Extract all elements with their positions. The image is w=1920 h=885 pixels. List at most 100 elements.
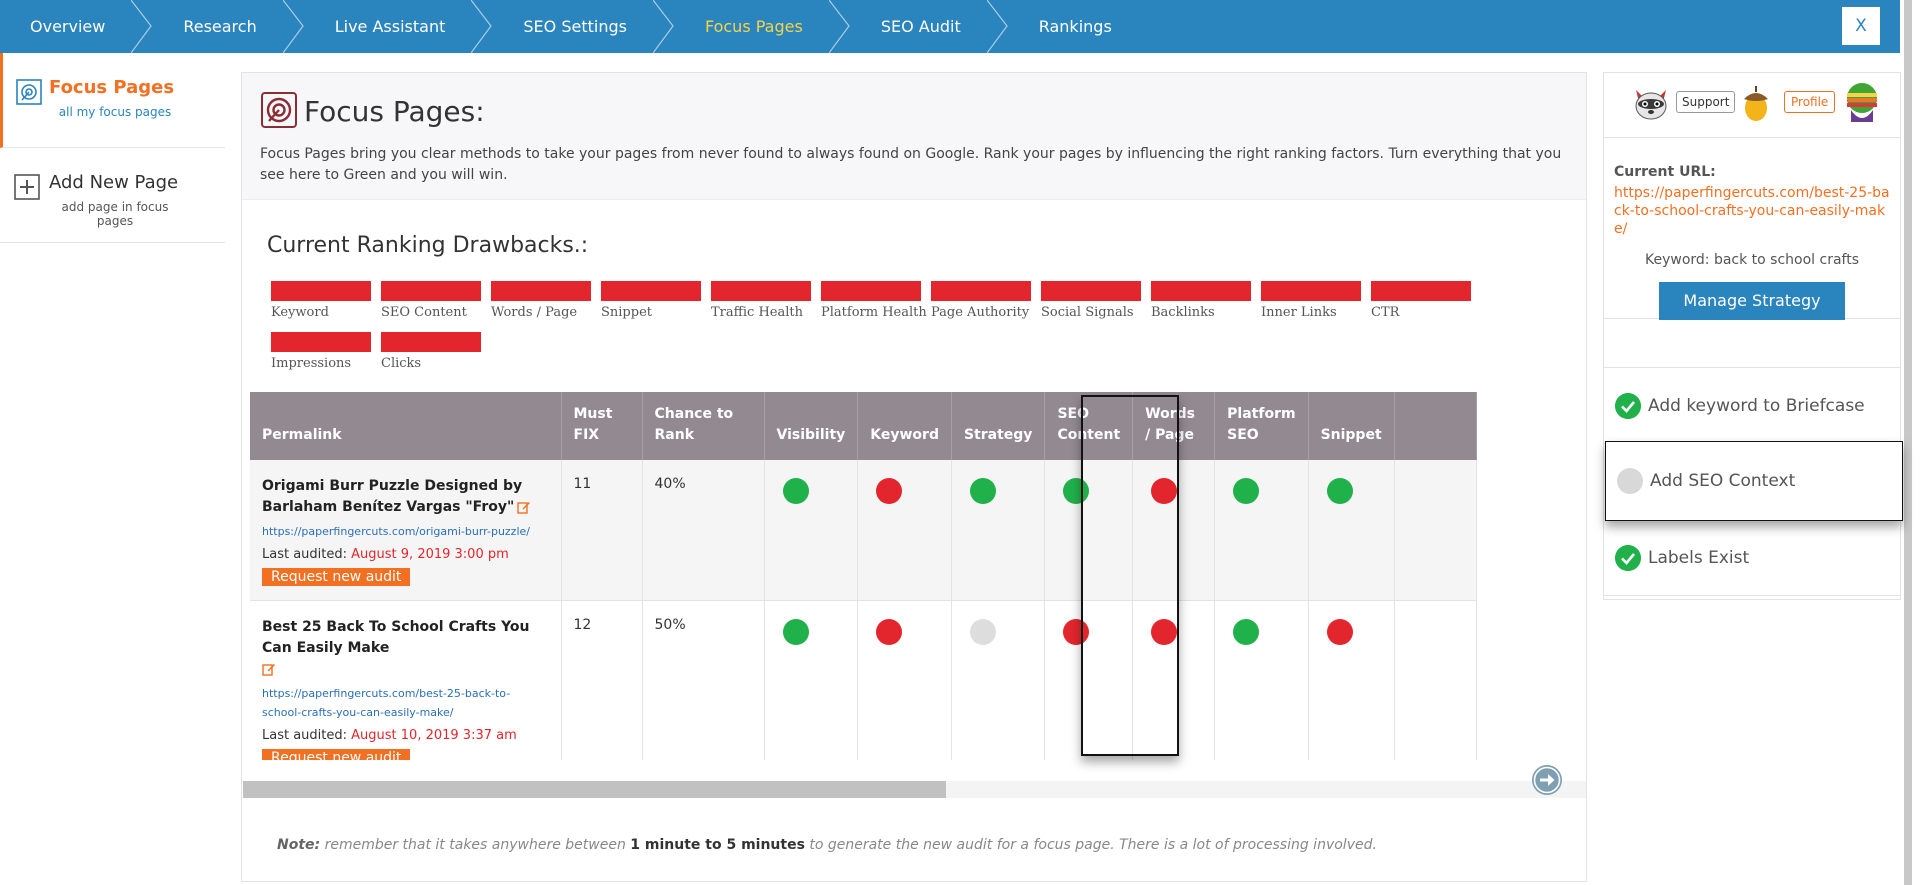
- drawback-label: Inner Links: [1261, 305, 1337, 320]
- nav-live-assistant[interactable]: Live Assistant: [305, 0, 472, 53]
- plus-box-icon: [14, 174, 40, 200]
- table-horizontal-scrollbar[interactable]: [243, 781, 1586, 798]
- manage-strategy-button[interactable]: Manage Strategy: [1659, 282, 1845, 320]
- drawback-label: Clicks: [381, 356, 422, 371]
- status-dot-icon[interactable]: [1233, 618, 1260, 645]
- status-dot-icon[interactable]: [876, 478, 903, 504]
- drawback-tag: Platform Health: [821, 281, 927, 320]
- status-dot-icon[interactable]: [1233, 478, 1260, 504]
- last-audited: Last audited: August 9, 2019 3:00 pm: [262, 547, 549, 562]
- sidebar-item-add-new-page[interactable]: Add New Page add page in focus pages: [0, 148, 225, 243]
- chevron-separator-icon: [282, 0, 305, 53]
- drawback-bar: [1151, 281, 1251, 301]
- status-dot-icon[interactable]: [876, 618, 903, 645]
- nav-overview[interactable]: Overview: [0, 0, 131, 53]
- platform-seo-cell: [1214, 460, 1309, 601]
- close-button[interactable]: X: [1842, 7, 1880, 45]
- nav-rankings[interactable]: Rankings: [1009, 0, 1138, 53]
- column-header-keyword: Keyword: [857, 392, 952, 460]
- column-header-visibility: Visibility: [764, 392, 859, 460]
- audit-note: Note: remember that it takes anywhere be…: [277, 837, 1377, 853]
- focus-target-icon: [16, 79, 42, 105]
- sidebar-item-subtitle: all my focus pages: [58, 105, 172, 119]
- strategy-cell: [951, 600, 1046, 760]
- snippet-cell: [1308, 460, 1395, 601]
- current-url-label: Current URL:: [1614, 164, 1716, 180]
- page-url[interactable]: https://paperfingercuts.com/best-25-back…: [262, 684, 549, 722]
- drawback-label: Page Authority: [931, 305, 1030, 320]
- focus-pages-logo-icon: [261, 92, 297, 128]
- sidebar-item-title: Add New Page: [49, 172, 179, 193]
- task-labels-exist[interactable]: Labels Exist: [1604, 520, 1900, 596]
- column-header-seo-content: SEO Content: [1044, 392, 1134, 460]
- permalink-cell: Origami Burr Puzzle Designed by Barlaham…: [250, 460, 562, 601]
- status-dot-icon[interactable]: [969, 618, 996, 645]
- profile-button[interactable]: Profile: [1784, 91, 1836, 113]
- request-audit-button[interactable]: Request new audit: [262, 568, 411, 586]
- drawback-label: Snippet: [601, 305, 652, 320]
- drawback-label: Backlinks: [1151, 305, 1215, 320]
- task-label: Add keyword to Briefcase: [1648, 395, 1865, 416]
- status-dot-icon[interactable]: [1151, 618, 1178, 645]
- sidebar-item-focus-pages[interactable]: Focus Pages all my focus pages: [0, 53, 225, 148]
- drawback-bar: [601, 281, 701, 301]
- permalink-cell: Best 25 Back To School Crafts You Can Ea…: [250, 600, 562, 760]
- page-url[interactable]: https://paperfingercuts.com/origami-burr…: [262, 522, 549, 541]
- profile-avatar-icon[interactable]: [1843, 82, 1881, 126]
- arrow-right-circle-icon[interactable]: [1531, 764, 1563, 796]
- status-dot-icon[interactable]: [1326, 618, 1353, 645]
- acorn-icon[interactable]: [1741, 83, 1771, 123]
- request-audit-button[interactable]: Request new audit: [262, 748, 411, 760]
- note-prefix: Note:: [277, 837, 321, 853]
- visibility-cell: [764, 460, 859, 601]
- status-dot-icon[interactable]: [969, 478, 996, 504]
- status-dot-icon[interactable]: [782, 618, 809, 645]
- task-add-keyword-briefcase[interactable]: Add keyword to Briefcase: [1604, 368, 1900, 444]
- drawback-tag: Snippet: [601, 281, 701, 320]
- edit-icon[interactable]: [517, 500, 531, 514]
- empty-cell: [1394, 600, 1477, 760]
- status-dot-icon[interactable]: [782, 478, 809, 504]
- drawback-bar: [381, 332, 481, 352]
- last-audited-date: August 9, 2019 3:00 pm: [351, 547, 509, 562]
- task-add-seo-context[interactable]: Add SEO Context: [1605, 441, 1903, 521]
- support-button[interactable]: Support: [1676, 91, 1736, 113]
- status-dot-icon[interactable]: [1063, 618, 1090, 645]
- nav-seo-audit[interactable]: SEO Audit: [851, 0, 987, 53]
- drawback-bar: [491, 281, 591, 301]
- page-header: Focus Pages: Focus Pages bring you clear…: [242, 73, 1586, 200]
- status-dot-icon[interactable]: [1063, 478, 1090, 504]
- drawback-tag: Keyword: [271, 281, 371, 320]
- drawback-label: Impressions: [271, 356, 352, 371]
- status-dot-icon[interactable]: [1151, 478, 1178, 504]
- status-dot-icon[interactable]: [1326, 478, 1353, 504]
- nav-research[interactable]: Research: [153, 0, 282, 53]
- page-scrollbar-thumb[interactable]: [1904, 0, 1912, 885]
- column-header-must-fix: Must FIX: [561, 392, 643, 460]
- drawback-label: SEO Content: [381, 305, 467, 320]
- keyword-section: Keyword: back to school crafts Manage St…: [1604, 252, 1900, 368]
- drawback-bar: [931, 281, 1031, 301]
- table-scrollbar-thumb[interactable]: [243, 781, 946, 798]
- focus-pages-table: Permalink Must FIX Chance to Rank Visibi…: [250, 392, 1586, 760]
- nav-focus-pages[interactable]: Focus Pages: [675, 0, 829, 53]
- page-scrollbar[interactable]: [1900, 0, 1920, 885]
- edit-icon[interactable]: [262, 662, 276, 676]
- sidebar-item-subtitle: add page in focus pages: [61, 200, 169, 228]
- chevron-separator-icon: [986, 0, 1009, 53]
- column-header-next: [1394, 392, 1477, 460]
- drawback-tag: Traffic Health: [711, 281, 811, 320]
- main-panel: Focus Pages: Focus Pages bring you clear…: [241, 72, 1587, 882]
- current-url-link[interactable]: https://paperfingercuts.com/best-25-back…: [1614, 184, 1890, 238]
- words-page-cell: [1132, 600, 1216, 760]
- nav-seo-settings[interactable]: SEO Settings: [493, 0, 653, 53]
- chance-cell: 50%: [642, 600, 765, 760]
- drawback-tag: Clicks: [381, 332, 481, 371]
- drawback-bar: [821, 281, 921, 301]
- chevron-separator-icon: [131, 0, 153, 53]
- page-title-text: Origami Burr Puzzle Designed by Barlaham…: [262, 476, 549, 518]
- page-title-label: Origami Burr Puzzle Designed by Barlaham…: [262, 478, 523, 515]
- right-panel-toolbar: Support Profile: [1604, 73, 1900, 138]
- table-row: Best 25 Back To School Crafts You Can Ea…: [250, 600, 1477, 760]
- raccoon-avatar-icon[interactable]: [1631, 84, 1671, 124]
